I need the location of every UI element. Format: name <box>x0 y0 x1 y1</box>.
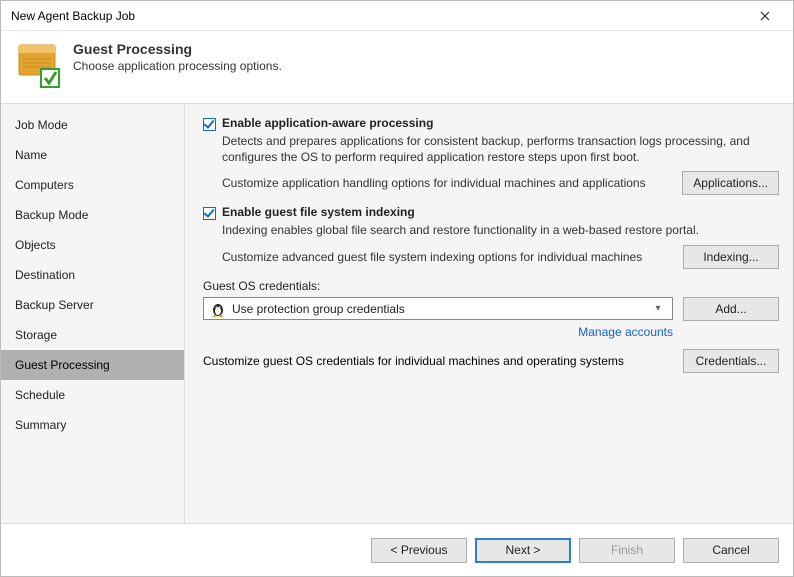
app-aware-desc: Detects and prepares applications for co… <box>222 133 779 165</box>
sidebar-item-schedule[interactable]: Schedule <box>1 380 184 410</box>
window-title: New Agent Backup Job <box>11 9 745 23</box>
wizard-header-text: Guest Processing Choose application proc… <box>73 41 282 73</box>
sidebar-item-destination[interactable]: Destination <box>1 260 184 290</box>
applications-button[interactable]: Applications... <box>682 171 779 195</box>
credentials-combobox[interactable]: Use protection group credentials ▾ <box>203 297 673 320</box>
penguin-icon <box>210 301 226 317</box>
next-button[interactable]: Next > <box>475 538 571 563</box>
wizard-icon <box>15 41 63 89</box>
credentials-label: Guest OS credentials: <box>203 279 779 293</box>
app-aware-label: Enable application-aware processing <box>222 116 433 130</box>
previous-button[interactable]: < Previous <box>371 538 467 563</box>
sidebar-item-objects[interactable]: Objects <box>1 230 184 260</box>
sidebar-item-job-mode[interactable]: Job Mode <box>1 110 184 140</box>
sidebar-item-summary[interactable]: Summary <box>1 410 184 440</box>
indexing-section: Enable guest file system indexing Indexi… <box>203 205 779 268</box>
credentials-customize-text: Customize guest OS credentials for indiv… <box>203 354 624 368</box>
sidebar-item-computers[interactable]: Computers <box>1 170 184 200</box>
manage-accounts-link[interactable]: Manage accounts <box>578 325 673 339</box>
app-aware-customize-text: Customize application handling options f… <box>222 176 656 190</box>
indexing-checkbox[interactable] <box>203 207 216 220</box>
indexing-desc: Indexing enables global file search and … <box>222 222 779 238</box>
titlebar: New Agent Backup Job <box>1 1 793 31</box>
finish-button: Finish <box>579 538 675 563</box>
app-aware-section: Enable application-aware processing Dete… <box>203 116 779 195</box>
credentials-section: Guest OS credentials: <box>203 279 779 373</box>
wizard-footer: < Previous Next > Finish Cancel <box>1 524 793 576</box>
sidebar-item-backup-mode[interactable]: Backup Mode <box>1 200 184 230</box>
app-aware-checkbox[interactable] <box>203 118 216 131</box>
wizard-header: Guest Processing Choose application proc… <box>1 31 793 103</box>
sidebar-item-guest-processing[interactable]: Guest Processing <box>1 350 184 380</box>
indexing-button[interactable]: Indexing... <box>683 245 779 269</box>
sidebar-item-backup-server[interactable]: Backup Server <box>1 290 184 320</box>
wizard-sidebar: Job Mode Name Computers Backup Mode Obje… <box>1 104 185 523</box>
sidebar-item-storage[interactable]: Storage <box>1 320 184 350</box>
sidebar-item-name[interactable]: Name <box>1 140 184 170</box>
page-subtitle: Choose application processing options. <box>73 59 282 73</box>
add-credentials-button[interactable]: Add... <box>683 297 779 321</box>
indexing-label: Enable guest file system indexing <box>222 205 415 219</box>
credentials-button[interactable]: Credentials... <box>683 349 779 373</box>
close-button[interactable] <box>745 2 785 30</box>
dialog-window: New Agent Backup Job Guest Processing Ch… <box>0 0 794 577</box>
credentials-selected: Use protection group credentials <box>232 302 650 316</box>
chevron-down-icon: ▾ <box>650 303 666 314</box>
wizard-body: Job Mode Name Computers Backup Mode Obje… <box>1 103 793 524</box>
cancel-button[interactable]: Cancel <box>683 538 779 563</box>
page-title: Guest Processing <box>73 41 282 57</box>
wizard-content: Enable application-aware processing Dete… <box>185 104 793 523</box>
close-icon <box>760 11 770 21</box>
indexing-customize-text: Customize advanced guest file system ind… <box>222 250 652 264</box>
